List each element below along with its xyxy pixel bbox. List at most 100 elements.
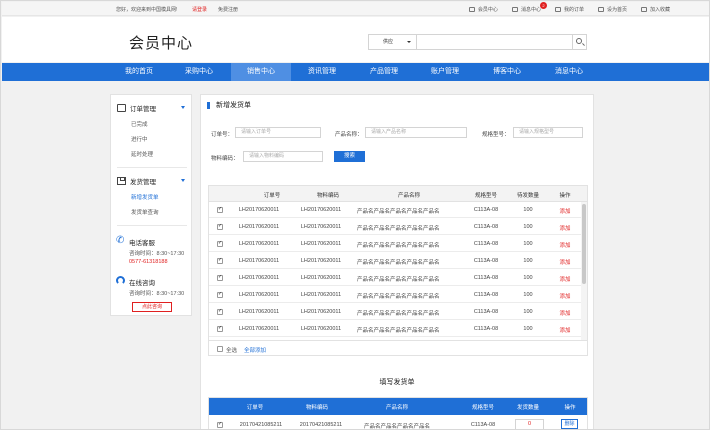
col-product-name: 产品名称 — [385, 405, 408, 411]
table-row: LH20170620011 LH20170620011 产品名产品名产品名产品名产品… — [209, 304, 581, 320]
headset-icon — [116, 276, 125, 285]
nav-blog[interactable]: 博客中心 — [477, 63, 537, 81]
online-consult-hours: 咨询时间：8:30~17:30 — [129, 291, 185, 297]
row-checkbox[interactable] — [217, 421, 223, 428]
message-center-label: 消息中心 — [520, 7, 541, 13]
search-bar: 供应 — [368, 34, 587, 50]
chevron-down-icon[interactable] — [181, 106, 185, 109]
table-row: LH20170620011 LH20170620011 产品名产品名产品名产品名产品… — [209, 236, 581, 252]
sidebar-item-shipment-query[interactable]: 发货单查询 — [131, 208, 159, 216]
product-name-input[interactable]: 请输入产品名称 — [365, 127, 467, 138]
consult-button[interactable]: 点此咨询 — [132, 302, 172, 312]
nav-sales[interactable]: 销售中心 — [231, 63, 291, 81]
cell-order-no: LH20170620011 — [238, 326, 280, 332]
add-link[interactable]: 添加 — [545, 326, 585, 334]
col-material-code: 物料编码 — [316, 193, 339, 199]
nav-my-home[interactable]: 我的首页 — [109, 63, 169, 81]
add-link[interactable]: 添加 — [545, 275, 585, 283]
nav-purchase[interactable]: 采购中心 — [169, 63, 229, 81]
order-management-label: 订单管理 — [130, 106, 156, 113]
shipping-management-title[interactable]: 发货管理 — [117, 176, 156, 186]
table-scrollbar[interactable] — [581, 202, 587, 340]
row-checkbox[interactable] — [217, 325, 223, 332]
phone-icon: ✆ — [116, 235, 125, 246]
row-checkbox[interactable] — [217, 308, 223, 315]
cell-spec: C113A-08 — [473, 309, 499, 315]
register-link[interactable]: 免费注册 — [218, 6, 238, 13]
cell-material-code: LH20170620011 — [300, 292, 342, 298]
search-type-select[interactable]: 供应 — [369, 35, 417, 49]
nav-messages[interactable]: 消息中心 — [539, 63, 599, 81]
user-icon — [468, 7, 475, 12]
add-link[interactable]: 添加 — [545, 241, 585, 249]
sidebar-item-in-progress[interactable]: 进行中 — [131, 135, 148, 143]
add-link[interactable]: 添加 — [545, 292, 585, 300]
set-homepage-link[interactable]: 设为首页 — [597, 6, 627, 13]
row-checkbox[interactable] — [217, 206, 223, 213]
cell-product-name: 产品名产品名产品名产品名产品名 — [357, 328, 440, 334]
material-code-label: 物料编码： — [211, 156, 239, 162]
add-all-link[interactable]: 全部添加 — [244, 346, 266, 354]
col-order-no: 订单号 — [246, 405, 264, 411]
sidebar-item-new-shipment[interactable]: 新增发货单 — [131, 193, 159, 201]
row-checkbox[interactable] — [217, 274, 223, 281]
member-center-link[interactable]: 会员中心 — [468, 6, 498, 13]
scrollbar-thumb[interactable] — [582, 204, 586, 284]
search-button[interactable]: 搜索 — [334, 151, 365, 162]
row-checkbox[interactable] — [217, 257, 223, 264]
row-checkbox[interactable] — [217, 240, 223, 247]
cell-material-code: LH20170620011 — [300, 326, 342, 332]
box-icon — [117, 177, 126, 185]
cell-material-code: LH20170620011 — [300, 275, 342, 281]
cell-product-name: 产品名产品名产品名产品名产品名 — [357, 243, 440, 249]
table-row: LH20170620011 LH20170620011 产品名产品名产品名产品名产品… — [209, 253, 581, 269]
col-action: 操作 — [559, 193, 571, 199]
cell-order-no: LH20170620011 — [238, 309, 280, 315]
login-link[interactable]: 请登录 — [192, 6, 207, 13]
cell-material-code: 20170421085211 — [299, 422, 343, 428]
nav-products[interactable]: 产品管理 — [354, 63, 414, 81]
nav-account[interactable]: 账户管理 — [415, 63, 475, 81]
cell-material-code: LH20170620011 — [300, 207, 342, 213]
message-center-link[interactable]: 消息中心 2 — [511, 2, 547, 13]
cell-pending-qty: 100 — [523, 309, 533, 315]
order-no-input[interactable]: 请输入订单号 — [235, 127, 321, 138]
page-title: 新增发货单 — [207, 102, 251, 109]
mail-icon — [511, 7, 518, 12]
cell-spec: C113A-08 — [473, 275, 499, 281]
sidebar-item-completed[interactable]: 已完成 — [131, 120, 148, 128]
order-management-title[interactable]: 订单管理 — [117, 103, 156, 113]
add-link[interactable]: 添加 — [545, 224, 585, 232]
cell-pending-qty: 100 — [523, 241, 533, 247]
chevron-down-icon[interactable] — [181, 179, 185, 182]
my-orders-link[interactable]: 我的订单 — [554, 6, 584, 13]
fill-shipment-title: 填写发货单 — [379, 379, 415, 386]
nav-news[interactable]: 资讯管理 — [292, 63, 352, 81]
cell-product-name: 产品名产品名产品名产品名产品名 — [357, 260, 440, 266]
add-favorite-link[interactable]: 加入收藏 — [640, 6, 670, 13]
add-link[interactable]: 添加 — [545, 258, 585, 266]
row-checkbox[interactable] — [217, 223, 223, 230]
cell-product-name: 产品名产品名产品名产品名产品名 — [357, 277, 440, 283]
sidebar-item-delayed[interactable]: 延时处理 — [131, 150, 153, 158]
material-code-input[interactable]: 请输入物料编码 — [243, 151, 323, 162]
add-link[interactable]: 添加 — [545, 309, 585, 317]
col-spec: 规格型号 — [471, 405, 494, 411]
cell-spec: C113A-08 — [473, 241, 499, 247]
table-footer: 全选 全部添加 — [209, 340, 587, 355]
col-pending-qty: 待发数量 — [516, 193, 539, 199]
row-checkbox[interactable] — [217, 291, 223, 298]
ship-qty-input[interactable]: 0 — [515, 419, 544, 429]
add-link[interactable]: 添加 — [545, 207, 585, 215]
select-all-checkbox[interactable] — [217, 346, 223, 352]
shipment-table: 订单号 物料编码 产品名称 规格型号 发货数量 操作 2017042108521… — [208, 397, 588, 429]
cell-order-no: LH20170620011 — [238, 224, 280, 230]
search-button[interactable] — [572, 35, 586, 49]
add-favorite-label: 加入收藏 — [649, 7, 670, 13]
delete-button[interactable]: 删除 — [561, 419, 578, 429]
cell-spec: C113A-08 — [473, 224, 499, 230]
spec-input[interactable]: 请输入规格型号 — [513, 127, 583, 138]
select-all-label: 全选 — [226, 348, 238, 354]
cell-material-code: LH20170620011 — [300, 258, 342, 264]
page-logo[interactable]: 会员中心 — [129, 32, 193, 53]
